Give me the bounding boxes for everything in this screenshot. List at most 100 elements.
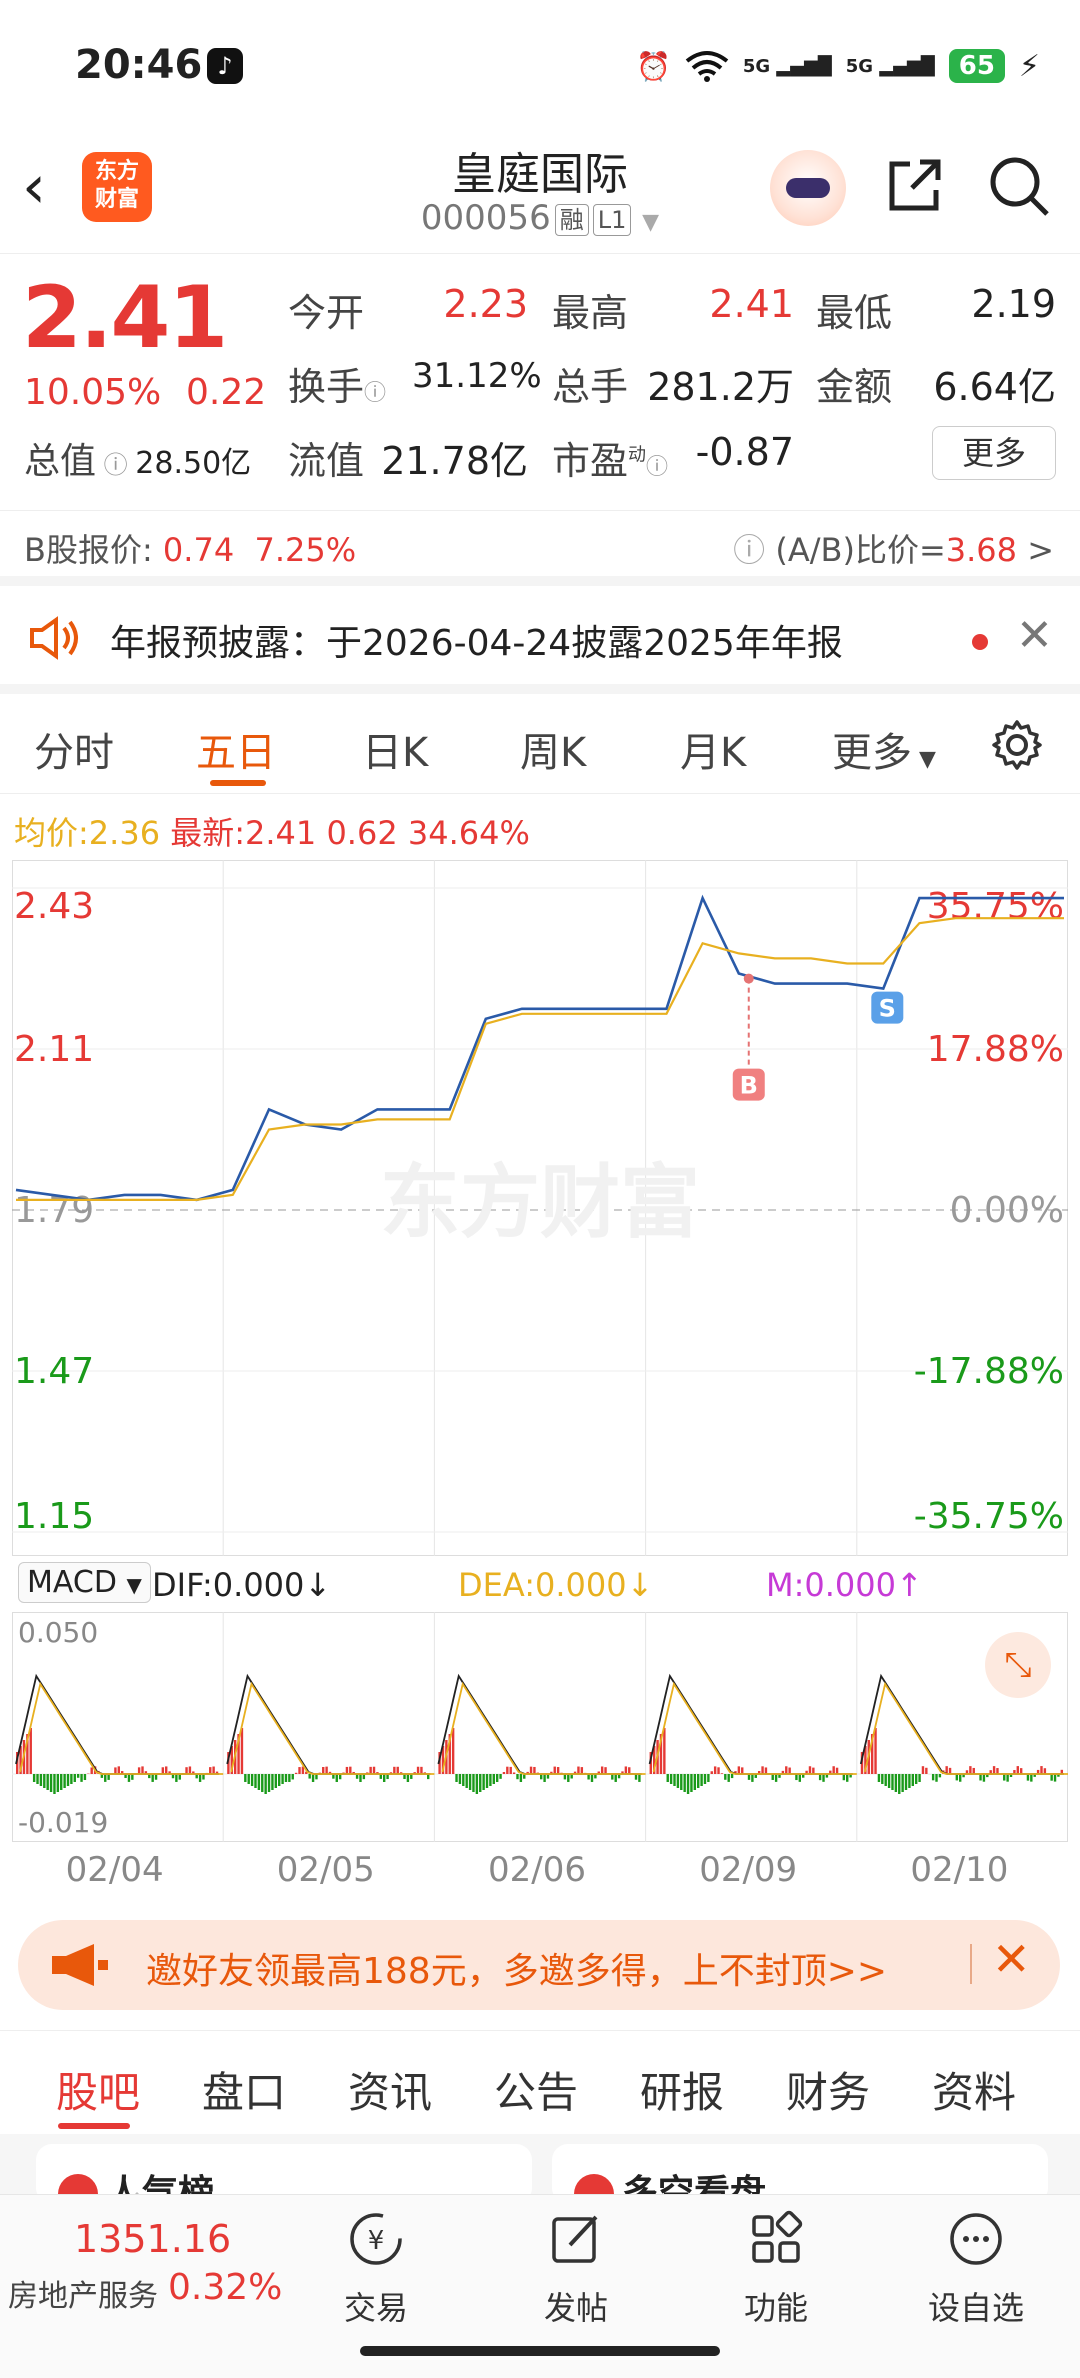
notice-bar[interactable]: 年报预披露：于2026-04-24披露2025年年报 ✕ [0, 586, 1080, 694]
macd-bar [686, 1774, 690, 1794]
macd-bar [955, 1774, 959, 1781]
chevron-down-icon: ▼ [642, 210, 660, 235]
macd-bar [812, 1767, 815, 1774]
macd-bar [785, 1766, 788, 1774]
tab-weekly-k[interactable]: 周K [520, 720, 586, 778]
more-quote-button[interactable]: 更多 [932, 426, 1056, 480]
macd-bar [127, 1774, 131, 1782]
status-icons: ⏰ 5G ▂▄▆█ 5G ▂▄▆█ 65 ⚡ [636, 44, 1040, 88]
indicator-selector[interactable]: MACD ▼ [18, 1562, 151, 1603]
macd-bar [931, 1774, 935, 1781]
sell-marker-label: S [879, 995, 896, 1023]
help-icon: ⓘ [733, 531, 766, 569]
y-tick-right: 35.75% [927, 886, 1064, 927]
tab-intraday[interactable]: 分时 [34, 720, 114, 778]
tab-research[interactable]: 研报 [640, 2059, 724, 2120]
macd-chart[interactable]: 0.050 -0.019 [12, 1612, 1068, 1842]
macd-bar [638, 1774, 641, 1782]
nav-trade-label: 交易 [343, 2289, 408, 2327]
app-logo[interactable]: 东方 财富 [82, 152, 152, 222]
amount-value: 6.64亿 [933, 365, 1056, 409]
gear-icon[interactable] [990, 718, 1044, 772]
ai-assistant-avatar[interactable] [770, 150, 846, 226]
svg-text:¥: ¥ [368, 2226, 385, 2256]
macd-bar [724, 1774, 727, 1780]
y-tick-right: -17.88% [914, 1351, 1064, 1392]
index-change[interactable]: 0.32% [168, 2267, 282, 2308]
status-bar: 20:46 ♪ ⏰ 5G ▂▄▆█ 5G ▂▄▆█ 65 ⚡ [0, 0, 1080, 130]
macd-bar [369, 1766, 372, 1774]
turnover-value: 31.12% [412, 356, 542, 396]
invite-banner[interactable]: 邀好友领最高188元，多邀多得，上不封顶>> ✕ [18, 1920, 1060, 2010]
macd-bar [240, 1728, 244, 1774]
nav-functions[interactable]: 功能 [706, 2209, 846, 2329]
macd-bar [482, 1774, 485, 1790]
macd-bar [151, 1774, 154, 1782]
tab-news[interactable]: 资讯 [348, 2059, 432, 2120]
notice-text: 年报预披露：于2026-04-24披露2025年年报 [110, 623, 843, 664]
macd-bar [914, 1774, 918, 1784]
macd-bar [267, 1774, 271, 1792]
macd-bar [1050, 1774, 1053, 1781]
current-price: 2.41 [22, 268, 228, 368]
signal-2: 5G ▂▄▆█ [845, 55, 935, 77]
alarm-icon: ⏰ [635, 49, 671, 83]
nav-post[interactable]: 发帖 [506, 2209, 646, 2329]
index-value[interactable]: 1351.16 [74, 2217, 231, 2261]
macd-bar [161, 1767, 165, 1774]
macd-bar [710, 1771, 713, 1774]
macd-bar [935, 1774, 938, 1782]
back-button[interactable]: ‹ [22, 152, 46, 222]
macd-bar [884, 1774, 887, 1786]
macd-bar [822, 1774, 825, 1782]
macd-bar [393, 1766, 396, 1774]
tab-five-day[interactable]: 五日 [196, 720, 276, 778]
nav-trade[interactable]: ¥ 交易 [306, 2209, 446, 2329]
tab-daily-k[interactable]: 日K [362, 720, 428, 778]
m-value: M:0.000↑ [766, 1566, 923, 1604]
search-icon[interactable] [985, 152, 1051, 218]
index-name[interactable]: 房地产服务 [8, 2271, 158, 2315]
signal-1: 5G ▂▄▆█ [742, 55, 832, 77]
y-tick-left: 2.11 [14, 1029, 94, 1070]
close-icon[interactable]: ✕ [992, 1932, 1031, 1986]
macd-bar [703, 1774, 707, 1784]
macd-bar [271, 1774, 274, 1790]
macd-bar [308, 1774, 311, 1779]
expand-icon[interactable]: ⤡ [985, 1632, 1051, 1698]
macd-bar [683, 1774, 686, 1792]
tab-profile[interactable]: 资料 [932, 2059, 1016, 2120]
tab-orderbook[interactable]: 盘口 [202, 2059, 286, 2120]
b-share-row[interactable]: B股报价: 0.74 7.25% ⓘ (A/B)比价=3.68 > [0, 510, 1080, 586]
price-chart[interactable]: 2.43 35.75% 2.11 17.88% 1.79 0.00% 1.47 -17.88%… [12, 860, 1068, 1556]
macd-bar [600, 1766, 604, 1774]
macd-bar [39, 1774, 43, 1786]
macd-bar [519, 1774, 523, 1782]
macd-bottom-label: -0.019 [18, 1806, 108, 1839]
macd-bar [774, 1774, 778, 1782]
tab-monthly-k[interactable]: 月K [680, 720, 746, 778]
macd-bar [959, 1774, 962, 1782]
macd-bar [1026, 1774, 1030, 1781]
macd-bar [533, 1766, 536, 1774]
macd-bar [291, 1774, 294, 1780]
nav-post-label: 发帖 [543, 2289, 608, 2327]
tab-financials[interactable]: 财务 [786, 2059, 870, 2120]
share-icon[interactable] [882, 154, 946, 218]
close-icon[interactable]: ✕ [1016, 610, 1053, 661]
macd-bar [543, 1774, 546, 1782]
tab-announcements[interactable]: 公告 [494, 2059, 578, 2120]
macd-bar [451, 1728, 455, 1774]
b-share-quote: B股报价: 0.74 7.25% [24, 531, 357, 569]
tab-underline [210, 780, 266, 786]
tab-more[interactable]: 更多 ▼ [832, 720, 936, 778]
y-tick-left: 2.43 [14, 886, 94, 927]
macd-bar [697, 1774, 700, 1788]
nav-watchlist[interactable]: 设自选 [906, 2209, 1046, 2329]
macd-bar [948, 1767, 952, 1774]
macd-bar [676, 1774, 680, 1788]
stock-code-row[interactable]: 000056 融 L1 ▼ [340, 198, 740, 238]
tab-forum[interactable]: 股吧 [56, 2059, 140, 2120]
macd-bar [700, 1774, 703, 1786]
macd-bar [918, 1774, 921, 1782]
